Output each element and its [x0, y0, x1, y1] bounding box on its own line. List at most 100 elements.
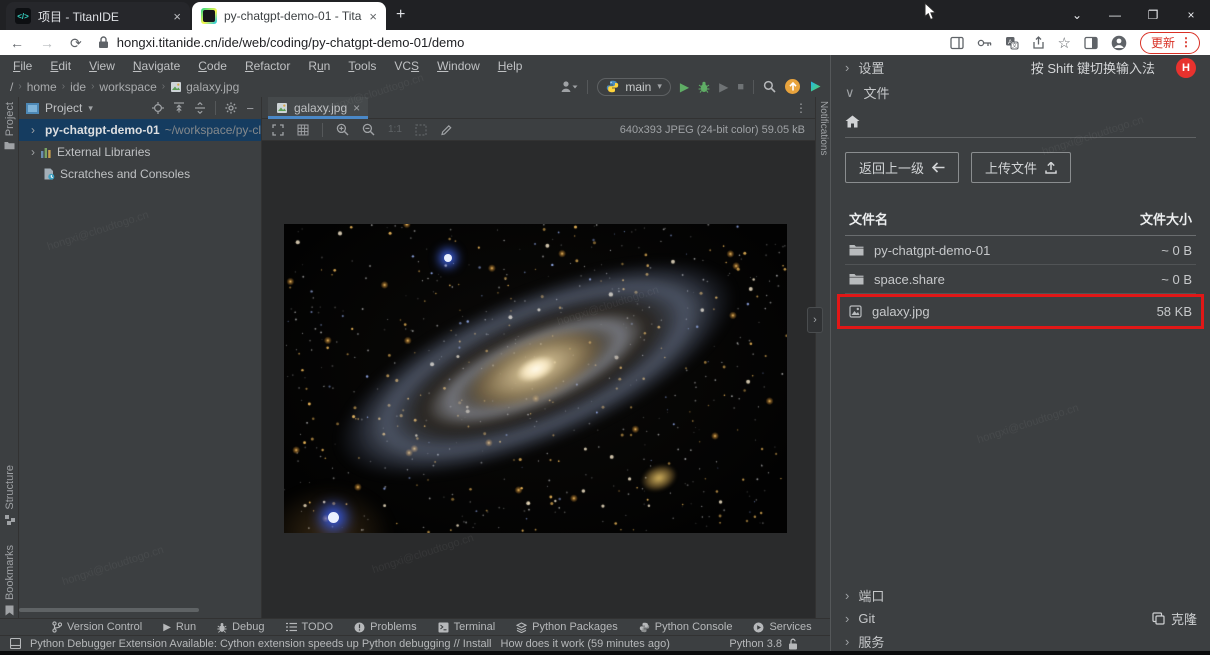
reload-icon[interactable]: ⟳	[70, 36, 82, 50]
tab-close-icon[interactable]: ×	[353, 101, 360, 115]
tree-row-project-root[interactable]: › py-chatgpt-demo-01 ~/workspace/py-cl	[19, 119, 261, 141]
chevron-down-icon[interactable]: ▾	[88, 103, 93, 114]
tab-options-icon[interactable]: ⋮	[795, 101, 815, 115]
menu-navigate[interactable]: Navigate	[124, 59, 189, 73]
actual-size-button[interactable]: 1:1	[388, 124, 402, 135]
grid-icon[interactable]	[297, 124, 309, 136]
status-secondary-link[interactable]: How does it work (59 minutes ago)	[501, 638, 670, 650]
zoom-in-icon[interactable]	[336, 123, 349, 136]
tw-run[interactable]: ▶ Run	[163, 621, 196, 633]
breadcrumb-root[interactable]: /	[10, 80, 13, 94]
fit-zoom-icon[interactable]	[415, 124, 427, 136]
files-section-row[interactable]: ∨ 文件	[831, 80, 1210, 105]
run-button[interactable]: ▶	[680, 80, 689, 94]
python-interpreter[interactable]: Python 3.8	[729, 638, 782, 650]
go-up-button[interactable]: 返回上一级	[845, 152, 959, 183]
password-key-icon[interactable]	[977, 38, 992, 48]
run-coverage-button[interactable]: ▶	[719, 80, 728, 94]
browser-tab-project[interactable]: </> 项目 - TitanIDE ×	[6, 2, 190, 30]
breadcrumb-home[interactable]: home	[27, 80, 57, 94]
ide-gradient-play-icon[interactable]	[809, 80, 822, 93]
browser-tab-demo[interactable]: py-chatgpt-demo-01 - TitanID ×	[192, 2, 386, 30]
new-tab-button[interactable]: +	[396, 6, 405, 24]
locate-file-icon[interactable]	[152, 102, 164, 114]
horizontal-scrollbar[interactable]	[19, 608, 199, 612]
tw-todo[interactable]: TODO	[286, 621, 334, 633]
galaxy-image[interactable]	[284, 224, 787, 533]
tw-terminal[interactable]: Terminal	[438, 621, 496, 633]
more-menu-icon[interactable]: ⋮	[1180, 35, 1192, 49]
collapse-all-icon[interactable]	[194, 102, 206, 114]
stop-button[interactable]: ■	[737, 81, 744, 93]
user-avatar[interactable]: H	[1176, 58, 1196, 78]
menu-code[interactable]: Code	[189, 59, 236, 73]
back-icon[interactable]: ←	[10, 36, 24, 50]
layout-icon[interactable]	[10, 638, 21, 649]
expand-all-icon[interactable]	[173, 102, 185, 114]
side-panel-icon[interactable]	[950, 36, 964, 50]
address-field[interactable]: hongxi.titanide.cn/ide/web/coding/py-cha…	[98, 35, 465, 50]
project-panel-title[interactable]: Project	[45, 101, 82, 115]
tree-row-scratches[interactable]: Scratches and Consoles	[19, 163, 261, 185]
bookmark-star-icon[interactable]: ☆	[1058, 34, 1071, 52]
forward-icon[interactable]: →	[40, 36, 54, 50]
menu-run[interactable]: Run	[299, 59, 339, 73]
tw-python-packages[interactable]: Python Packages	[516, 621, 618, 633]
upload-file-button[interactable]: 上传文件	[971, 152, 1071, 183]
menu-file[interactable]: File	[4, 59, 41, 73]
hide-panel-icon[interactable]: −	[246, 101, 254, 116]
breadcrumb-file[interactable]: galaxy.jpg	[186, 80, 239, 94]
menu-help[interactable]: Help	[489, 59, 532, 73]
translate-icon[interactable]: A文	[1005, 36, 1019, 50]
tw-python-console[interactable]: Python Console	[639, 621, 733, 633]
edit-external-icon[interactable]	[440, 124, 452, 136]
settings-section-row[interactable]: › 设置 按 Shift 键切换输入法 H	[831, 55, 1210, 80]
browser-menu-chevron-icon[interactable]: ⌄	[1058, 0, 1096, 30]
tool-stripe-notifications[interactable]: Notifications	[818, 101, 829, 155]
zoom-out-icon[interactable]	[362, 123, 375, 136]
tree-row-external-libraries[interactable]: › External Libraries	[19, 141, 261, 163]
menu-edit[interactable]: Edit	[41, 59, 80, 73]
expand-panel-chevron[interactable]: ›	[807, 307, 823, 333]
settings-gear-icon[interactable]	[225, 102, 237, 114]
user-icon[interactable]	[560, 80, 578, 93]
update-available-icon[interactable]	[785, 79, 800, 94]
window-minimize-button[interactable]: —	[1096, 0, 1134, 30]
file-row[interactable]: py-chatgpt-demo-01 ~ 0 B	[845, 236, 1196, 265]
menu-refactor[interactable]: Refactor	[236, 59, 299, 73]
git-section-row[interactable]: › Git 克隆	[831, 606, 1210, 631]
tw-services[interactable]: Services	[753, 621, 811, 633]
menu-vcs[interactable]: VCS	[385, 59, 428, 73]
search-everywhere-icon[interactable]	[763, 80, 776, 93]
profile-avatar-icon[interactable]	[1111, 35, 1127, 51]
tab-close-icon[interactable]: ×	[369, 9, 377, 24]
home-icon[interactable]	[845, 115, 860, 128]
status-message[interactable]: Python Debugger Extension Available: Cyt…	[30, 638, 492, 650]
window-maximize-button[interactable]: ❐	[1134, 0, 1172, 30]
run-config-select[interactable]: main ▾	[597, 78, 671, 96]
window-close-button[interactable]: ×	[1172, 0, 1210, 30]
menu-window[interactable]: Window	[428, 59, 489, 73]
menu-view[interactable]: View	[80, 59, 124, 73]
chevron-right-icon[interactable]: ›	[31, 123, 35, 137]
debug-button[interactable]	[698, 80, 710, 93]
share-icon[interactable]	[1032, 36, 1045, 50]
tw-problems[interactable]: Problems	[354, 621, 416, 633]
tw-debug[interactable]: Debug	[217, 621, 264, 633]
reading-mode-icon[interactable]	[1084, 36, 1098, 50]
breadcrumb-workspace[interactable]: workspace	[99, 80, 156, 94]
tool-stripe-structure[interactable]: Structure	[0, 465, 19, 525]
breadcrumb-ide[interactable]: ide	[70, 80, 86, 94]
tw-version-control[interactable]: Version Control	[52, 621, 142, 633]
tool-stripe-bookmarks[interactable]: Bookmarks	[0, 545, 19, 616]
chevron-right-icon[interactable]: ›	[31, 145, 35, 159]
fit-to-window-icon[interactable]	[272, 124, 284, 136]
ports-section-row[interactable]: › 端口	[831, 583, 1210, 608]
unlocked-icon[interactable]	[788, 638, 798, 650]
git-clone-button[interactable]: 克隆	[1152, 609, 1197, 628]
menu-tools[interactable]: Tools	[339, 59, 385, 73]
tool-stripe-project[interactable]: Project	[0, 102, 19, 150]
file-row[interactable]: space.share ~ 0 B	[845, 265, 1196, 294]
chrome-update-button[interactable]: 更新 ⋮	[1140, 32, 1200, 54]
file-row-galaxy[interactable]: galaxy.jpg 58 KB	[845, 297, 1196, 326]
